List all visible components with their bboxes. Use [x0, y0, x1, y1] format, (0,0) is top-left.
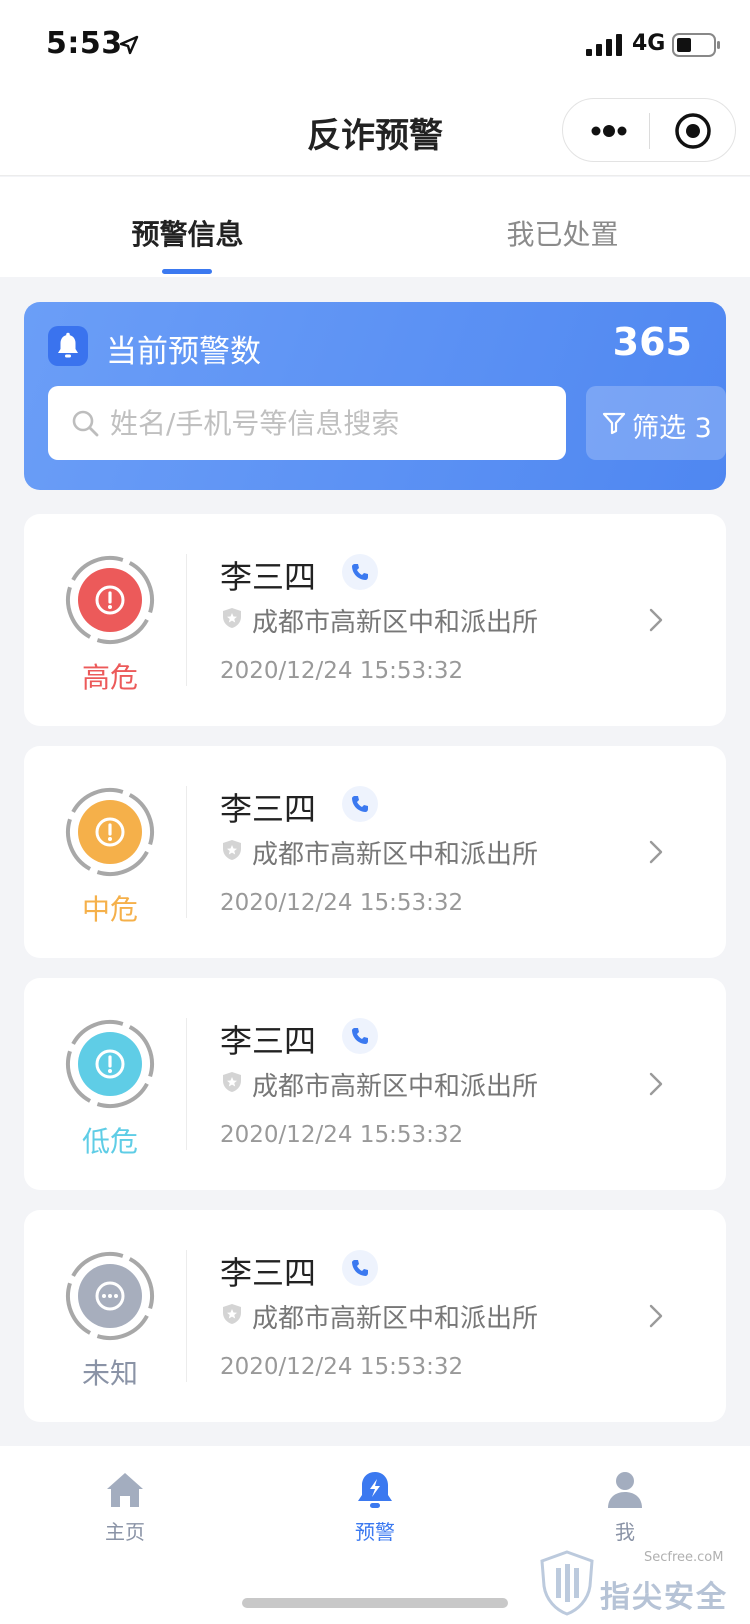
risk-dot-unknown [78, 1264, 142, 1328]
police-badge-icon [223, 840, 241, 860]
tabbar-label: 我 [615, 1520, 635, 1544]
bell-badge [48, 326, 88, 366]
location-arrow-icon [119, 35, 139, 55]
risk-dot-low [78, 1032, 142, 1096]
tabbar-label: 预警 [355, 1520, 395, 1544]
risk-dot-high [78, 568, 142, 632]
police-station: 成都市高新区中和派出所 [252, 840, 539, 870]
close-target-icon[interactable] [673, 111, 713, 151]
alert-card[interactable]: 低危 李三四 成都市高新区中和派出所 2020/12/24 15:53:32 [24, 978, 726, 1190]
alert-card[interactable]: 未知 李三四 成都市高新区中和派出所 2020/12/24 15:53:32 [24, 1210, 726, 1422]
person-name: 李三四 [220, 1022, 317, 1060]
battery-icon [672, 33, 720, 57]
card-divider [186, 786, 187, 918]
phone-icon [352, 796, 368, 812]
card-divider [186, 1250, 187, 1382]
chevron-right-icon [649, 1072, 663, 1096]
filter-funnel-icon [602, 412, 626, 435]
home-indicator [242, 1598, 508, 1608]
call-button[interactable] [342, 1018, 378, 1054]
call-button[interactable] [342, 786, 378, 822]
call-button[interactable] [342, 1250, 378, 1286]
signal-bars-icon [586, 34, 622, 56]
alert-time: 2020/12/24 15:53:32 [220, 1354, 464, 1380]
status-time: 5:53 [46, 26, 123, 61]
search-box[interactable] [48, 386, 566, 460]
mini-program-capsule [562, 98, 736, 162]
watermark: Secfree.coM 指尖安全 [540, 1550, 750, 1620]
chevron-right-icon [649, 1304, 663, 1328]
more-dots-icon[interactable] [589, 119, 629, 143]
watermark-url: Secfree.coM [644, 1550, 724, 1565]
police-station: 成都市高新区中和派出所 [252, 1304, 539, 1334]
segment-tabs: 预警信息 我已处置 [0, 177, 750, 277]
chevron-right-icon [649, 840, 663, 864]
person-name: 李三四 [220, 790, 317, 828]
alarm-bell-icon [358, 1472, 392, 1508]
tabbar-item-me[interactable]: 我 [500, 1468, 750, 1545]
current-alert-count-label: 当前预警数 [106, 334, 261, 370]
network-type: 4G [632, 31, 666, 56]
call-button[interactable] [342, 554, 378, 590]
police-badge-icon [223, 1072, 241, 1092]
watermark-name: 指尖安全 [600, 1580, 728, 1615]
police-badge-icon [223, 1304, 241, 1324]
risk-level-label: 未知 [81, 1357, 138, 1390]
card-divider [186, 554, 187, 686]
bell-icon [58, 332, 78, 358]
risk-level-label: 低危 [81, 1125, 138, 1158]
filter-button[interactable]: 筛选 3 [586, 386, 726, 460]
person-name: 李三四 [220, 1254, 317, 1292]
tab-handled[interactable]: 我已处置 [375, 213, 750, 253]
tabbar-item-home[interactable]: 主页 [0, 1468, 250, 1545]
chevron-right-icon [649, 608, 663, 632]
police-station: 成都市高新区中和派出所 [252, 1072, 539, 1102]
home-icon [107, 1473, 143, 1507]
phone-icon [352, 1028, 368, 1044]
alert-time: 2020/12/24 15:53:32 [220, 1122, 464, 1148]
card-divider [186, 1018, 187, 1150]
alert-time: 2020/12/24 15:53:32 [220, 890, 464, 916]
police-station: 成都市高新区中和派出所 [252, 608, 539, 638]
active-tab-indicator [162, 269, 212, 274]
capsule-divider [649, 113, 650, 149]
phone-icon [352, 1260, 368, 1276]
watermark-shield-logo [540, 1550, 594, 1616]
status-bar: 5:53 4G [0, 0, 750, 90]
phone-icon [352, 564, 368, 580]
alert-time: 2020/12/24 15:53:32 [220, 658, 464, 684]
filter-label: 筛选 3 [632, 413, 712, 444]
alert-card[interactable]: 高危 李三四 成都市高新区中和派出所 2020/12/24 15:53:32 [24, 514, 726, 726]
risk-level-ring [66, 1252, 154, 1340]
navigation-bar: 反诈预警 [0, 90, 750, 176]
person-name: 李三四 [220, 558, 317, 596]
tab-alert-info[interactable]: 预警信息 [0, 213, 375, 253]
tabbar-label: 主页 [105, 1520, 145, 1544]
risk-level-ring [66, 556, 154, 644]
risk-dot-medium [78, 800, 142, 864]
alert-summary-card: 当前预警数 365 筛选 3 [24, 302, 726, 490]
current-alert-count: 365 [612, 320, 692, 364]
risk-level-ring [66, 1020, 154, 1108]
alert-card[interactable]: 中危 李三四 成都市高新区中和派出所 2020/12/24 15:53:32 [24, 746, 726, 958]
police-badge-icon [223, 608, 241, 628]
user-icon [608, 1472, 642, 1508]
risk-level-label: 高危 [81, 661, 138, 694]
search-icon [72, 410, 99, 437]
tabbar-item-alert[interactable]: 预警 [250, 1468, 500, 1545]
risk-level-label: 中危 [81, 893, 138, 926]
risk-level-ring [66, 788, 154, 876]
search-input[interactable] [110, 386, 550, 460]
